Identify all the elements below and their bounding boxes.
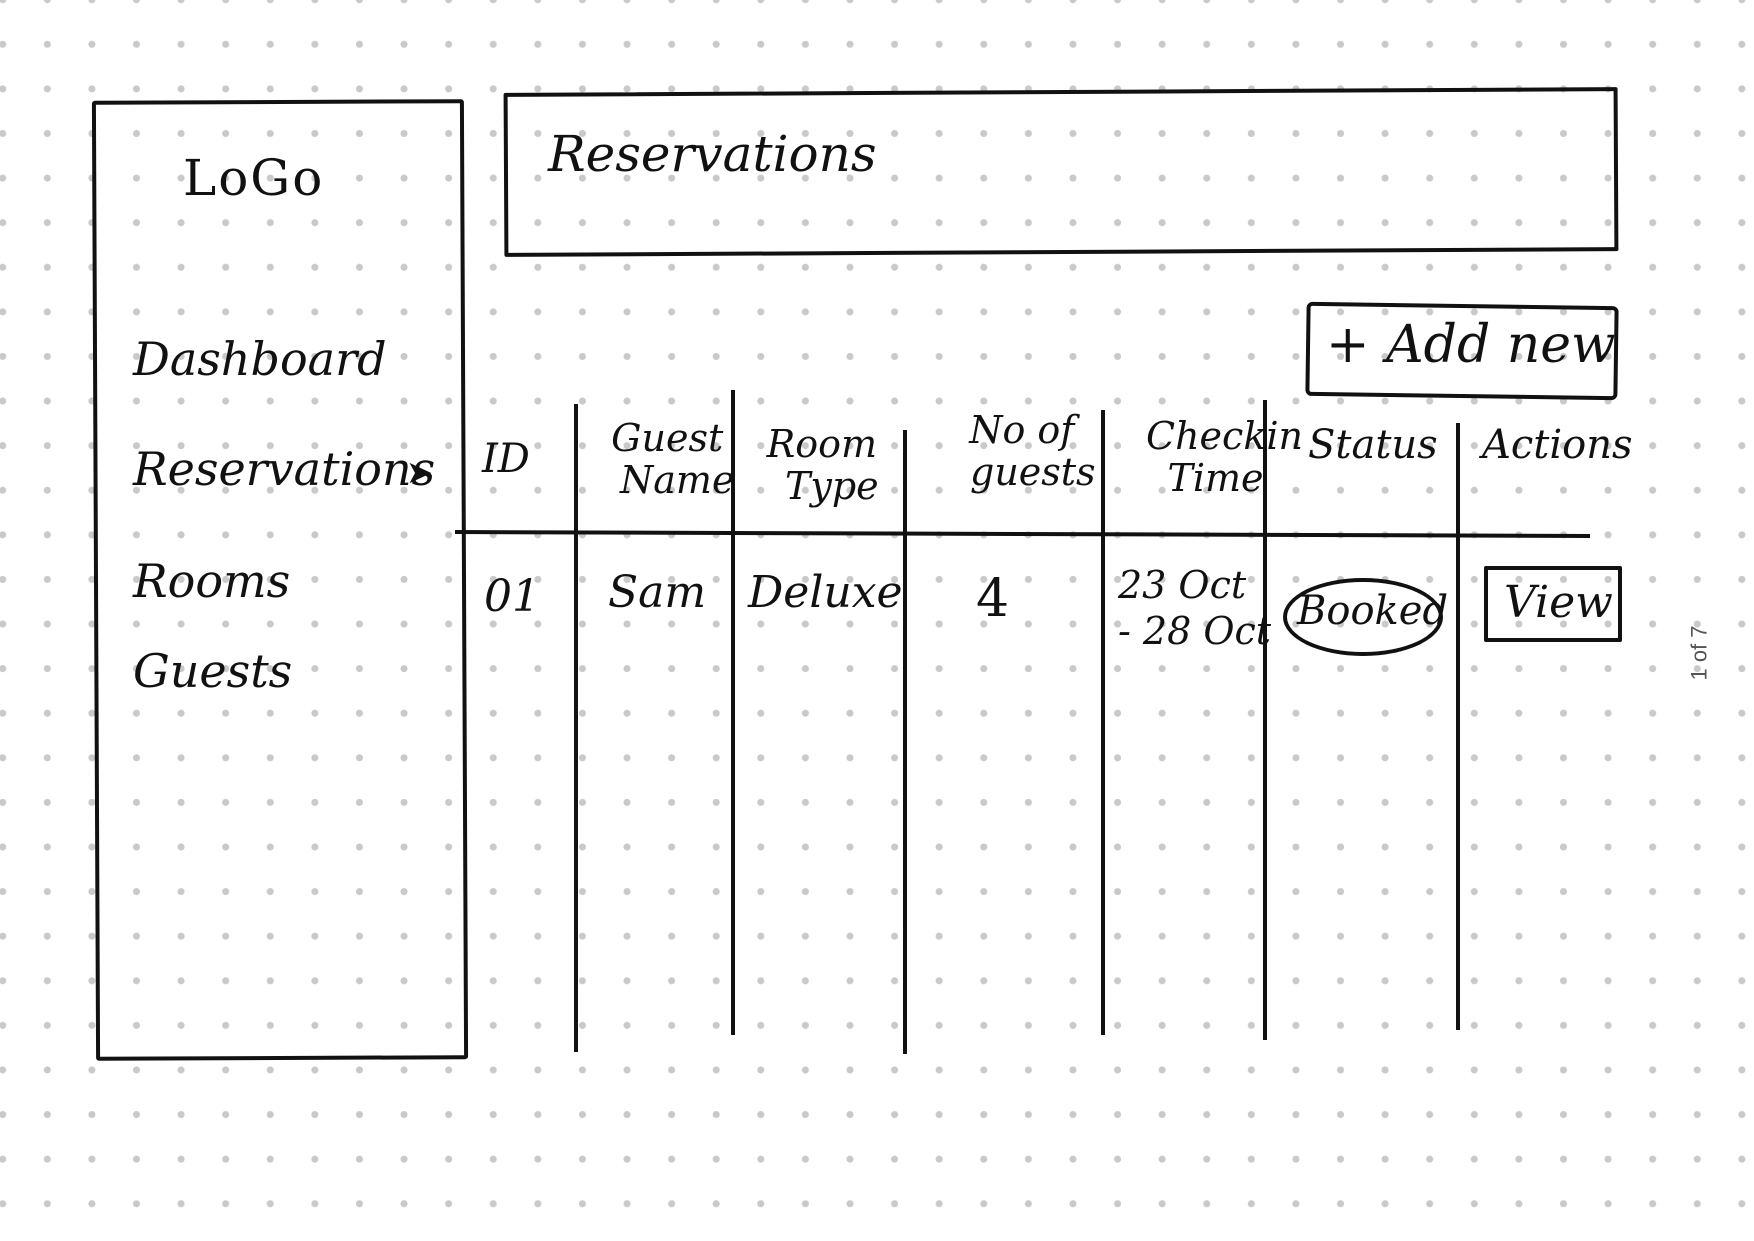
cell-checkin-time-line1: 23 Oct [1118,563,1247,607]
column-divider [903,430,907,1054]
column-divider [1456,423,1460,1030]
column-header-no-of-guests-line1: No of [969,408,1075,452]
sidebar-item-dashboard[interactable]: Dashboard [133,335,387,384]
column-header-status: Status [1308,422,1438,468]
column-header-id: ID [482,436,530,482]
cell-room-type: Deluxe [748,567,903,618]
column-header-no-of-guests: No of guests [948,408,1096,494]
sidebar-item-rooms[interactable]: Rooms [133,557,290,606]
active-arrow-icon: ➤ [406,453,433,491]
sidebar-item-guests[interactable]: Guests [133,647,292,696]
page-title: Reservations [548,125,877,183]
cell-guest-name: Sam [608,567,707,618]
sidebar-item-reservations[interactable]: Reservations [133,445,435,494]
cell-checkin-time: 23 Oct - 28 Oct [1118,563,1272,653]
column-divider [1101,410,1105,1035]
column-divider [1263,400,1267,1040]
column-header-checkin-time-line1: Checkin [1146,414,1303,458]
page-counter: 1 of 7 [1686,625,1712,681]
table-header-divider [454,530,1591,538]
column-header-room-type-line2: Type [785,463,879,508]
status-badge [1283,578,1443,656]
cell-checkin-time-line2: - 28 Oct [1118,608,1272,653]
column-header-room-type-line1: Room [766,422,878,466]
column-header-actions: Actions [1482,422,1633,468]
column-header-guest-name-line1: Guest [611,416,724,460]
column-header-checkin-time: Checkin Time [1128,414,1303,500]
column-header-guest-name-line2: Name [620,457,735,502]
logo: LoGo [183,149,325,207]
column-header-room-type: Room Type [765,422,879,508]
column-divider [574,404,578,1052]
add-new-button-label: + Add new [1326,315,1616,375]
view-button[interactable] [1484,566,1622,642]
column-header-checkin-time-line2: Time [1167,455,1264,500]
cell-id: 01 [484,571,540,622]
column-divider [731,390,735,1035]
column-header-no-of-guests-line2: guests [970,449,1096,494]
column-header-guest-name: Guest Name [600,416,735,502]
cell-guests: 4 [976,569,1010,629]
